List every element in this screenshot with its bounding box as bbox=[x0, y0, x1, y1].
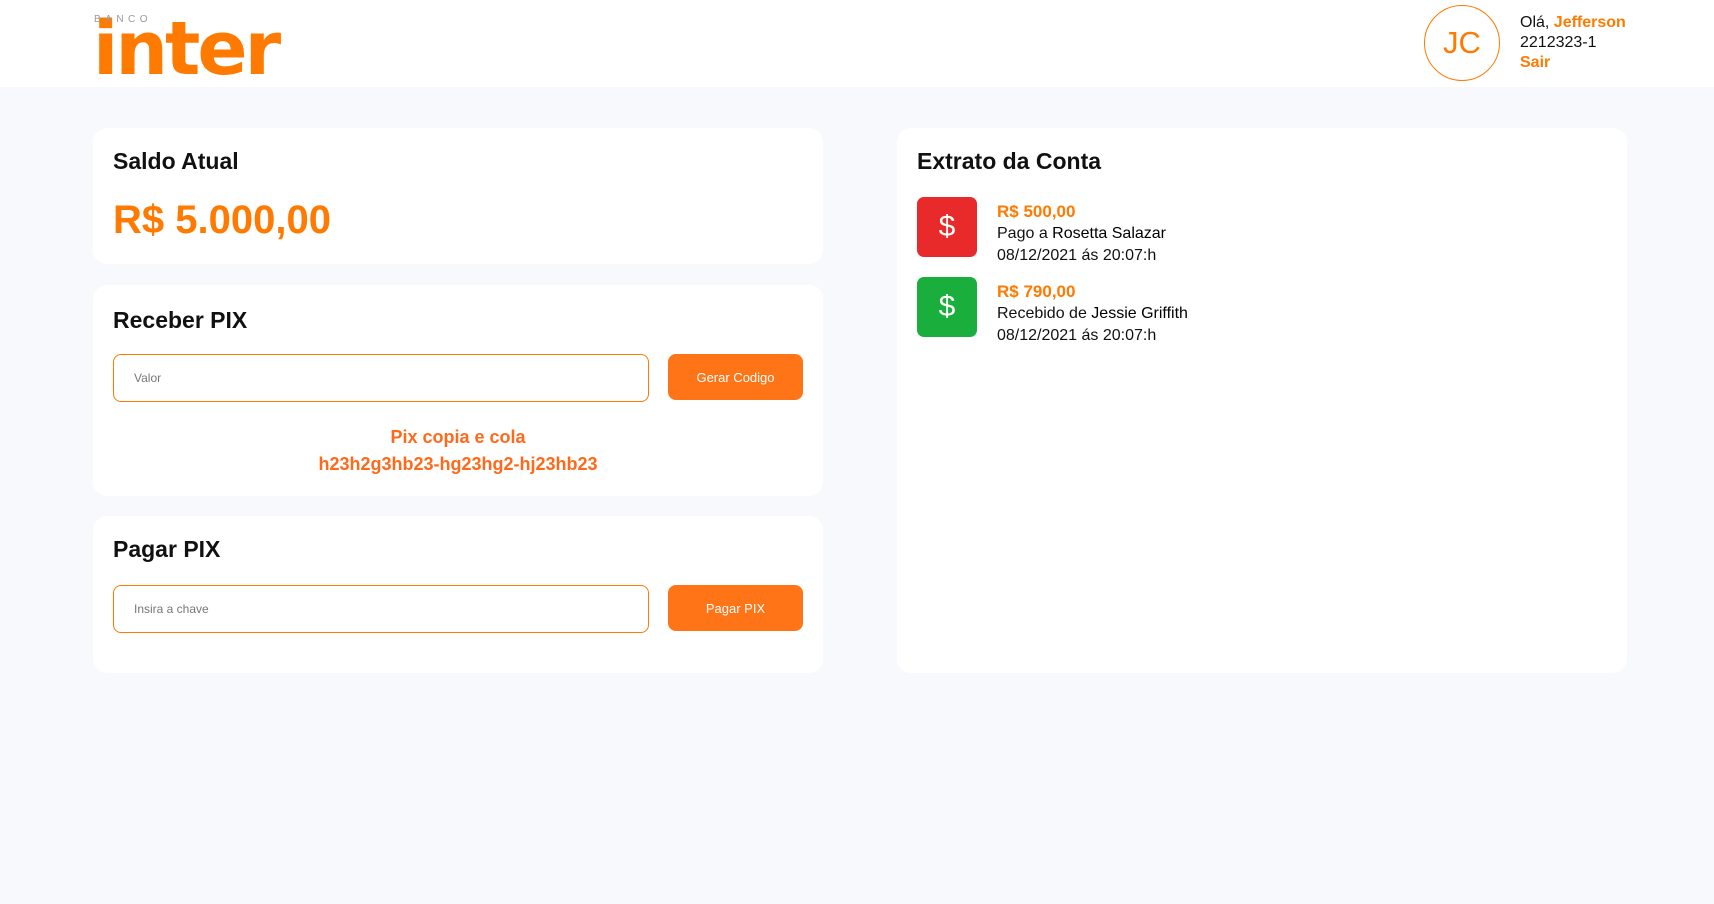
transaction-prefix: Recebido de bbox=[997, 305, 1087, 322]
user-name: Jefferson bbox=[1553, 14, 1626, 31]
avatar-initials: JC bbox=[1443, 25, 1481, 60]
pix-code-block: Pix copia e cola h23h2g3hb23-hg23hg2-hj2… bbox=[93, 424, 823, 478]
transaction-party: Jessie Griffith bbox=[1091, 305, 1188, 322]
statement-title: Extrato da Conta bbox=[917, 148, 1102, 174]
balance-card: Saldo Atual R$ 5.000,00 bbox=[93, 128, 823, 264]
header: inter BANCO JC Olá, Jefferson 2212323-1 … bbox=[0, 0, 1714, 87]
balance-value: R$ 5.000,00 bbox=[113, 198, 331, 242]
avatar: JC bbox=[1424, 5, 1500, 81]
transaction-amount: R$ 790,00 bbox=[997, 282, 1076, 301]
transaction-details: R$ 500,00 Pago a Rosetta Salazar 08/12/2… bbox=[997, 201, 1166, 267]
account-number: 2212323-1 bbox=[1520, 34, 1597, 51]
transaction-description: Pago a Rosetta Salazar bbox=[997, 223, 1166, 245]
amount-input[interactable] bbox=[113, 354, 649, 402]
pay-pix-card: Pagar PIX Pagar PIX bbox=[93, 516, 823, 673]
transaction-party: Rosetta Salazar bbox=[1052, 225, 1167, 242]
transaction-details: R$ 790,00 Recebido de Jessie Griffith 08… bbox=[997, 281, 1188, 347]
generate-code-button[interactable]: Gerar Codigo bbox=[668, 354, 803, 400]
dollar-icon: $ bbox=[917, 277, 977, 337]
logout-link[interactable]: Sair bbox=[1520, 53, 1626, 73]
statement-card: Extrato da Conta $ R$ 500,00 Pago a Rose… bbox=[897, 128, 1627, 673]
dollar-icon: $ bbox=[917, 197, 977, 257]
transaction-amount: R$ 500,00 bbox=[997, 202, 1076, 221]
transaction-item: $ R$ 790,00 Recebido de Jessie Griffith … bbox=[917, 277, 1517, 344]
pay-pix-title: Pagar PIX bbox=[113, 536, 221, 562]
balance-title: Saldo Atual bbox=[113, 148, 239, 174]
pay-pix-button[interactable]: Pagar PIX bbox=[668, 585, 803, 631]
pix-code-value: h23h2g3hb23-hg23hg2-hj23hb23 bbox=[318, 454, 598, 474]
logo-small-text: BANCO bbox=[94, 14, 153, 25]
transaction-datetime: 08/12/2021 ás 20:07:h bbox=[997, 327, 1157, 344]
transaction-datetime: 08/12/2021 ás 20:07:h bbox=[997, 247, 1157, 264]
receive-pix-title: Receber PIX bbox=[113, 307, 248, 333]
greeting-text: Olá, bbox=[1520, 14, 1550, 31]
banco-inter-logo[interactable]: inter BANCO bbox=[93, 10, 281, 86]
receive-pix-card: Receber PIX Gerar Codigo Pix copia e col… bbox=[93, 285, 823, 496]
user-info: Olá, Jefferson 2212323-1 Sair bbox=[1520, 13, 1626, 73]
transaction-prefix: Pago a bbox=[997, 225, 1048, 242]
transaction-item: $ R$ 500,00 Pago a Rosetta Salazar 08/12… bbox=[917, 197, 1517, 264]
pix-key-input[interactable] bbox=[113, 585, 649, 633]
pix-code-label: Pix copia e cola bbox=[390, 427, 526, 447]
transaction-description: Recebido de Jessie Griffith bbox=[997, 303, 1188, 325]
